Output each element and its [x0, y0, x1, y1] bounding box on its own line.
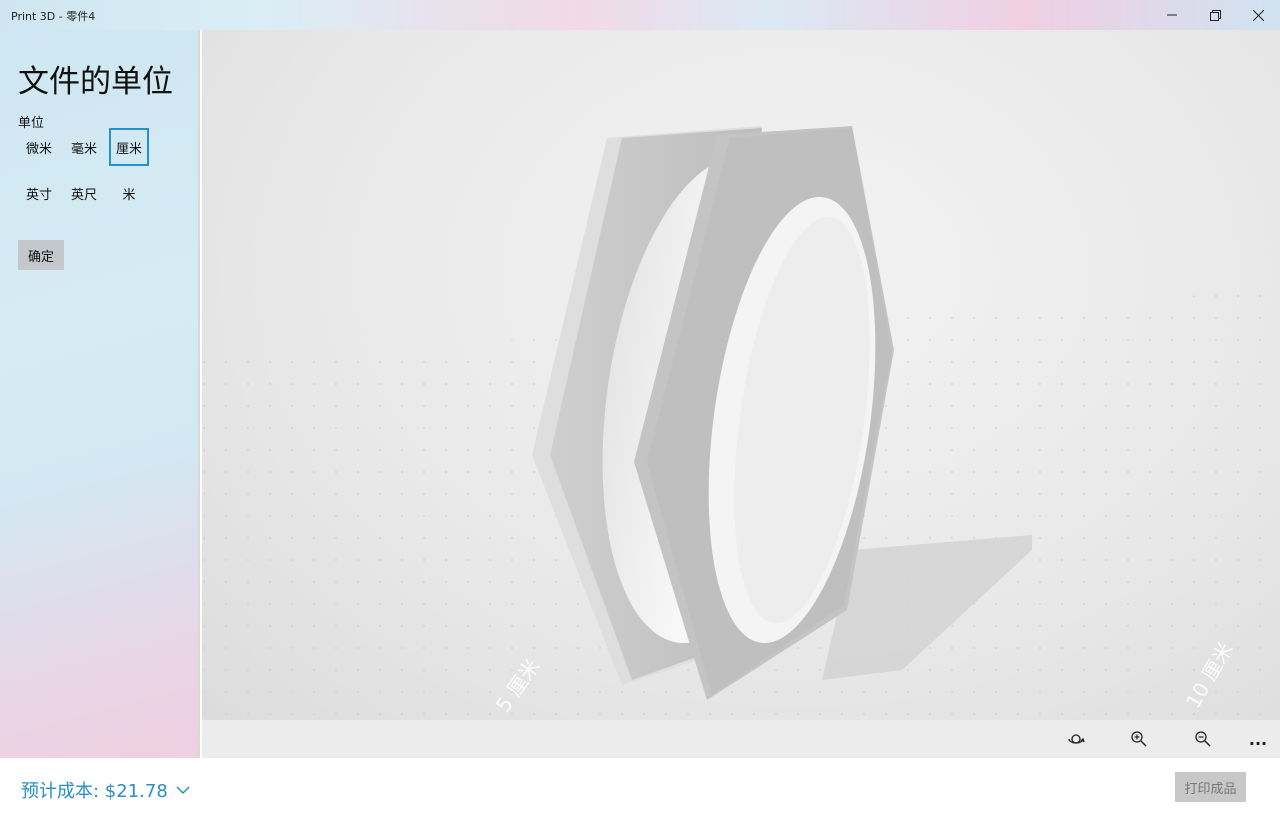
- zoom-out-icon: [1195, 731, 1211, 747]
- more-icon: ...: [1248, 729, 1268, 749]
- chevron-down-icon: [176, 785, 190, 794]
- zoom-in-button[interactable]: [1125, 728, 1153, 750]
- unit-centimeter-button[interactable]: 厘米: [109, 128, 149, 166]
- unit-meter-button[interactable]: 米: [109, 174, 149, 212]
- window-title: Print 3D - 零件4: [11, 10, 96, 23]
- unit-foot-button[interactable]: 英尺: [64, 174, 104, 212]
- close-icon: [1252, 9, 1264, 21]
- minimize-button[interactable]: [1150, 0, 1194, 30]
- bottom-bar: 预计成本: $21.78 打印成品: [0, 758, 1280, 815]
- title-bar: Print 3D - 零件4: [0, 0, 1280, 30]
- minimize-icon: [1167, 14, 1177, 16]
- cost-estimate-dropdown[interactable]: 预计成本: $21.78: [21, 777, 190, 803]
- rotate-view-icon: [1068, 734, 1085, 744]
- model-render: [202, 126, 1280, 720]
- unit-inch-button[interactable]: 英寸: [19, 174, 59, 212]
- units-panel: 文件的单位 单位 微米 毫米 厘米 英寸 英尺 米 确定: [0, 30, 200, 758]
- 3d-viewport[interactable]: 5 厘米 10 厘米: [202, 30, 1280, 720]
- view-toolbar: ...: [202, 720, 1280, 758]
- restore-icon: [1209, 9, 1221, 21]
- zoom-in-icon: [1131, 731, 1147, 747]
- cost-label: 预计成本: $21.78: [21, 781, 168, 802]
- more-button[interactable]: ...: [1244, 728, 1272, 750]
- print-button[interactable]: 打印成品: [1175, 772, 1246, 802]
- close-button[interactable]: [1236, 0, 1280, 30]
- unit-micrometer-button[interactable]: 微米: [19, 128, 59, 166]
- restore-button[interactable]: [1193, 0, 1237, 30]
- unit-millimeter-button[interactable]: 毫米: [64, 128, 104, 166]
- confirm-button[interactable]: 确定: [18, 240, 64, 270]
- panel-title: 文件的单位: [18, 64, 173, 100]
- zoom-out-button[interactable]: [1189, 728, 1217, 750]
- rotate-view-button[interactable]: [1062, 728, 1090, 750]
